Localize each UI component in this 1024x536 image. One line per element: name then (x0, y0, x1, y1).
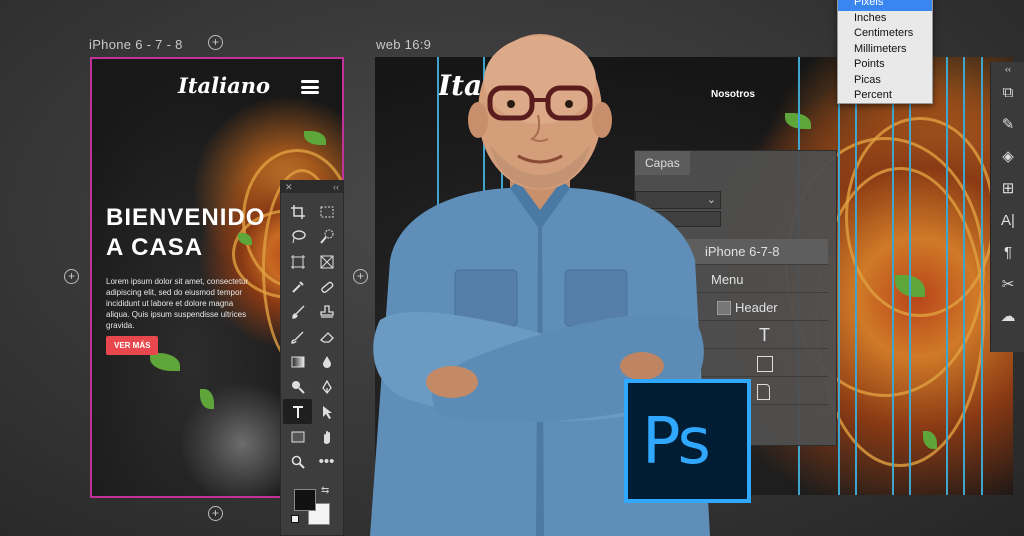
history-brush-icon[interactable] (283, 324, 312, 349)
photoshop-logo: Ps (624, 379, 751, 503)
foreground-color-swatch-front (294, 489, 316, 511)
unit-option-inches[interactable]: Inches (838, 11, 932, 27)
quick-select-icon[interactable] (312, 224, 341, 249)
default-colors-icon[interactable] (291, 515, 299, 523)
right-panel-dock: ‹‹ ⧉ ✎ ◈ ⊞ A| ¶ ✂ ☁ (990, 62, 1024, 352)
hand-icon[interactable] (312, 424, 341, 449)
pilcrow-icon[interactable]: ¶ (991, 236, 1024, 268)
swap-colors-icon[interactable]: ⇆ (321, 485, 329, 496)
tools-panel: ✕ ‹‹ ••• ⇆ (280, 180, 344, 536)
unit-option-picas[interactable]: Picas (838, 73, 932, 89)
add-artboard-left-icon[interactable]: + (64, 269, 79, 284)
unit-option-pixels[interactable]: Pixels (838, 0, 932, 11)
iphone-artboard-label[interactable]: iPhone 6 - 7 - 8 (89, 37, 183, 52)
unit-option-points[interactable]: Points (838, 57, 932, 73)
frame-icon[interactable] (283, 249, 312, 274)
marquee-icon[interactable] (312, 199, 341, 224)
eraser-icon[interactable] (312, 324, 341, 349)
stamp-icon[interactable] (312, 299, 341, 324)
tools-icon[interactable]: ✂ (991, 268, 1024, 300)
crop-icon[interactable] (283, 199, 312, 224)
gradient-icon[interactable] (283, 349, 312, 374)
unit-option-percent[interactable]: Percent (838, 88, 932, 104)
layer-name: Header (735, 300, 778, 315)
blur-icon[interactable] (312, 349, 341, 374)
ver-mas-button[interactable]: VER MÁS (106, 336, 159, 355)
brushes-icon[interactable]: ✎ (991, 108, 1024, 140)
dodge-icon[interactable] (283, 374, 312, 399)
more-icon[interactable]: ••• (312, 449, 341, 474)
rectangle-icon[interactable] (283, 424, 312, 449)
add-artboard-bottom-icon[interactable]: + (208, 506, 223, 521)
lasso-icon[interactable] (283, 224, 312, 249)
creative-cloud-icon[interactable]: ☁ (991, 300, 1024, 332)
unit-option-centimeters[interactable]: Centimeters (838, 26, 932, 42)
type-layer-icon: T (759, 325, 770, 345)
iphone-logo: Italiano (178, 73, 270, 98)
hero-text: Lorem ipsum dolor sit amet, consectetur … (106, 277, 249, 330)
unit-option-millimeters[interactable]: Millimeters (838, 42, 932, 58)
units-dropdown[interactable]: Pixels Inches Centimeters Millimeters Po… (837, 0, 933, 104)
shape-layer-icon (757, 355, 773, 372)
hero-title: BIENVENIDO A CASA (106, 204, 266, 261)
slice-icon[interactable] (312, 249, 341, 274)
collapse-icon[interactable]: ‹‹ (991, 62, 1024, 76)
properties-icon[interactable]: ⊞ (991, 172, 1024, 204)
path-select-icon[interactable] (312, 399, 341, 424)
brush-icon[interactable] (283, 299, 312, 324)
close-icon[interactable]: ✕ (285, 181, 293, 193)
type-icon[interactable] (283, 399, 312, 424)
document-icon (757, 383, 770, 400)
hamburger-menu-icon[interactable] (301, 80, 319, 94)
collapse-icon[interactable]: ‹‹ (333, 181, 339, 193)
ps-logo-text: Ps (642, 405, 711, 479)
layers-icon[interactable]: ◈ (991, 140, 1024, 172)
eyedropper-icon[interactable] (283, 274, 312, 299)
paragraph-icon[interactable]: A| (991, 204, 1024, 236)
healing-icon[interactable] (312, 274, 341, 299)
pen-icon[interactable] (312, 374, 341, 399)
zoom-icon[interactable] (283, 449, 312, 474)
history-icon[interactable]: ⧉ (991, 76, 1024, 108)
add-artboard-top-icon[interactable]: + (208, 35, 223, 50)
